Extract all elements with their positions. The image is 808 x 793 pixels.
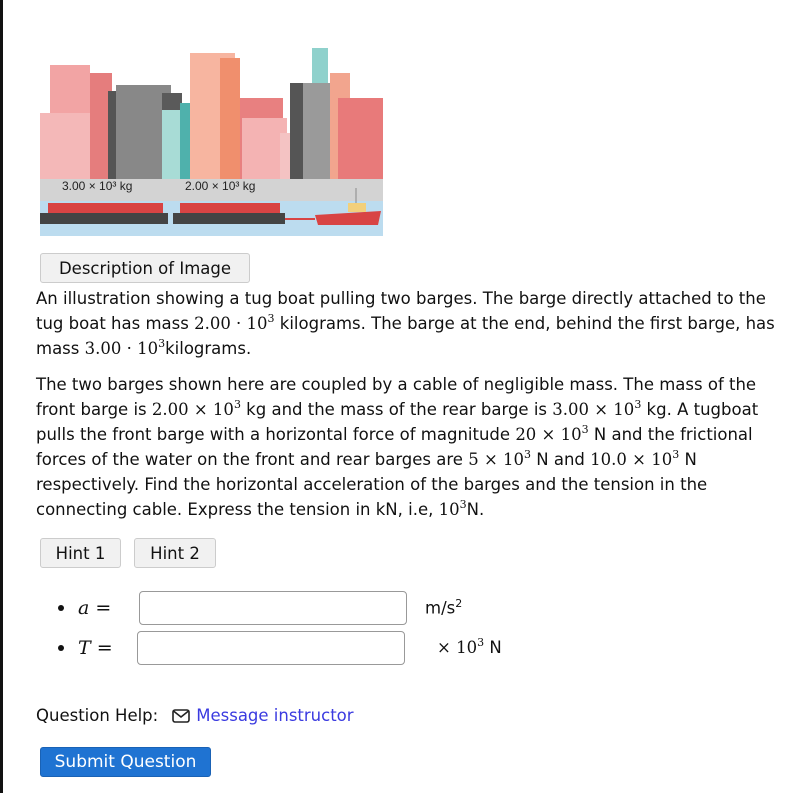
bullet	[58, 605, 64, 611]
message-instructor-link[interactable]: Message instructor	[196, 706, 353, 725]
math-exponent: 3	[581, 423, 589, 436]
text-segment: N and	[531, 450, 591, 469]
math-base: 5 × 10	[468, 450, 525, 469]
math-expression: 3.00 × 103	[552, 399, 641, 419]
submit-question-button[interactable]: Submit Question	[40, 747, 211, 777]
variable-a-label: a =	[78, 597, 112, 619]
unit-text: N	[484, 638, 502, 657]
unit-exponent: 2	[455, 597, 463, 610]
question-help: Question Help: Message instructor	[36, 706, 354, 725]
acceleration-input[interactable]	[139, 591, 407, 625]
math-exponent: 3	[267, 312, 275, 325]
variable-t-label: T =	[78, 637, 113, 659]
tension-input[interactable]	[137, 631, 405, 665]
image-description: An illustration showing a tug boat pulli…	[36, 286, 796, 361]
tension-unit: × 103 N	[437, 637, 502, 657]
question-text: The two barges shown here are coupled by…	[36, 372, 796, 522]
math-expression: 10.0 × 103	[590, 449, 679, 469]
description-of-image-button[interactable]: Description of Image	[40, 253, 250, 283]
math-expression: 2.00 · 103	[194, 312, 275, 333]
math-expression: 103	[438, 498, 467, 519]
math-exponent: 3	[459, 498, 467, 511]
math-expression: 3.00 · 103	[84, 338, 165, 358]
math-base: 10.0 × 10	[590, 450, 673, 469]
math-exponent: 3	[233, 398, 241, 411]
text-segment: kilograms.	[165, 339, 252, 358]
barges-illustration: 3.00 × 10³ kg 2.00 × 10³ kg	[40, 43, 383, 236]
math-base: 20 × 10	[515, 425, 582, 444]
unit-prefix: × 10	[437, 638, 478, 657]
bullet	[58, 645, 64, 651]
text-segment: kg and the mass of the rear barge is	[240, 400, 553, 419]
math-base: 2.00 × 10	[151, 400, 234, 419]
math-exponent: 3	[524, 448, 532, 461]
hint-1-button[interactable]: Hint 1	[40, 538, 121, 568]
math-base: 2.00 · 10	[194, 314, 268, 333]
math-base: 3.00 · 10	[84, 339, 159, 358]
answer-row-t: T =	[58, 637, 140, 659]
envelope-icon	[172, 708, 191, 723]
math-expression: 5 × 103	[468, 448, 532, 469]
text-segment: N.	[466, 500, 485, 519]
rear-barge-mass-label: 3.00 × 10³ kg	[62, 179, 133, 193]
math-base: 3.00 × 10	[552, 400, 635, 419]
acceleration-unit: m/s2	[425, 597, 462, 618]
unit-text: m/s	[425, 598, 456, 618]
question-help-label: Question Help:	[36, 706, 159, 725]
hint-2-button[interactable]: Hint 2	[134, 538, 216, 568]
math-base: 10	[438, 500, 460, 519]
math-expression: 20 × 103	[515, 423, 589, 444]
answer-row-a: a =	[58, 597, 140, 619]
math-expression: 2.00 × 103	[151, 398, 241, 419]
front-barge-mass-label: 2.00 × 10³ kg	[185, 179, 256, 193]
